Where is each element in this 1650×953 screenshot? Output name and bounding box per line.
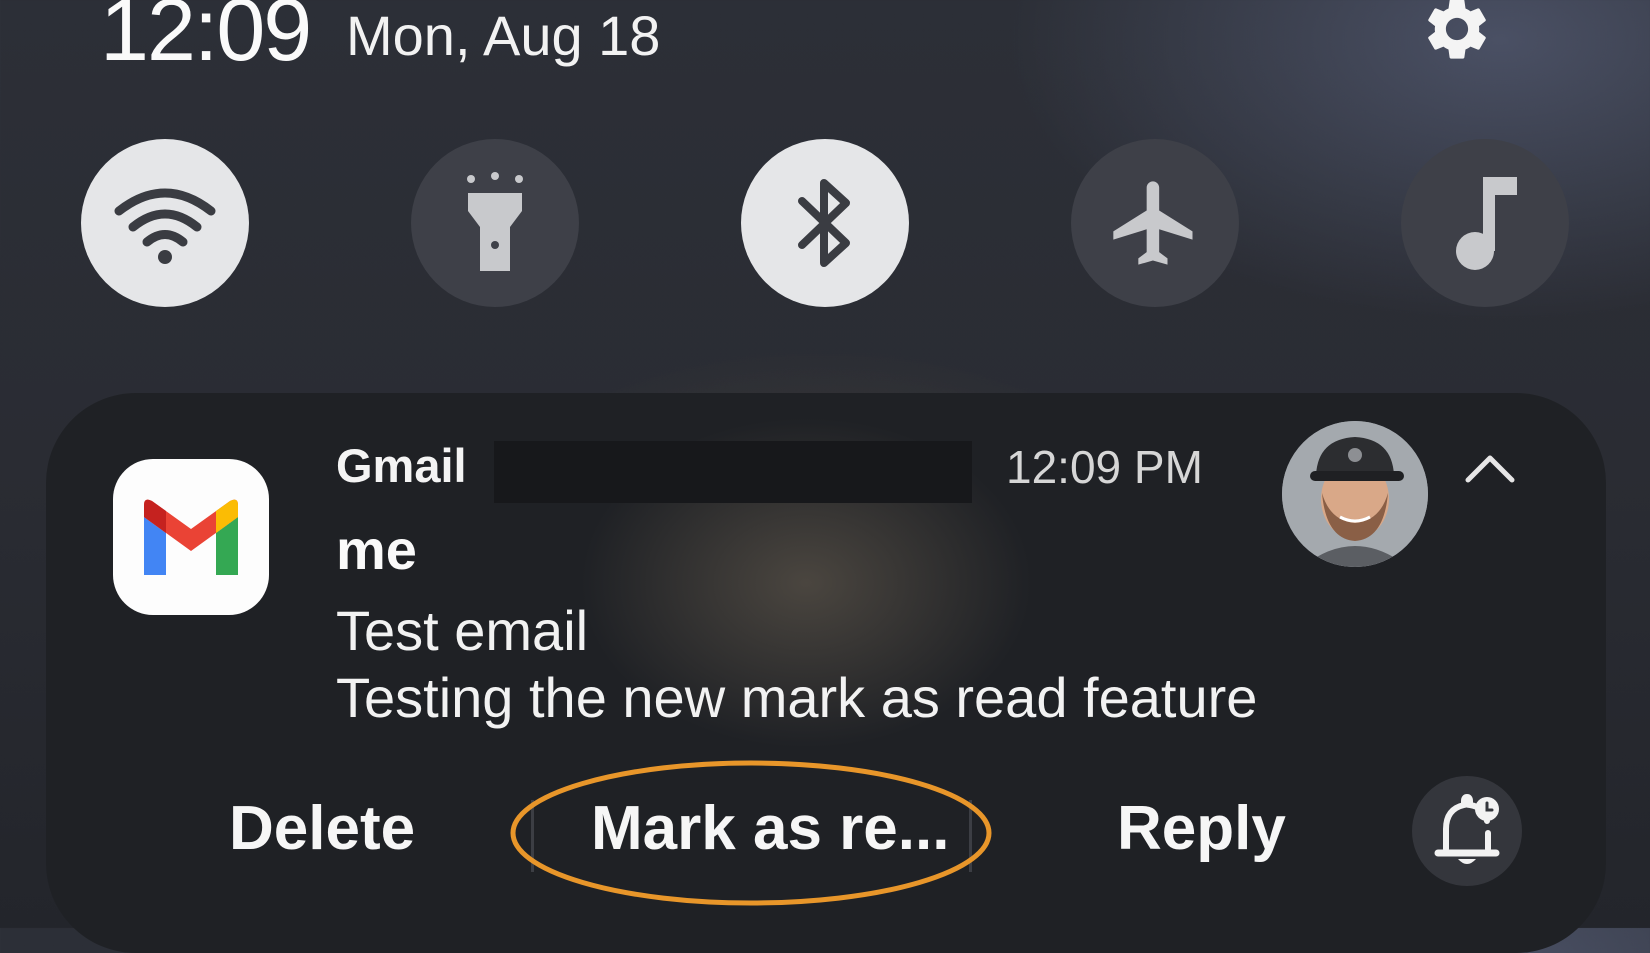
music-note-icon [1456,177,1517,270]
notification-body: Testing the new mark as read feature [336,666,1258,729]
snooze-bell-button[interactable] [1412,776,1522,886]
notification-subject: Test email [336,599,589,662]
redacted-block [494,441,972,503]
flashlight-tile[interactable] [411,139,579,307]
gmail-logo-icon [144,499,238,575]
wifi-icon [114,188,216,264]
flashlight-icon [467,172,523,271]
airplane-tile[interactable] [1071,139,1239,307]
notification-sender: me [336,518,417,581]
reply-button[interactable]: Reply [1117,798,1286,860]
notification-app-name: Gmail [336,439,467,492]
wifi-tile[interactable] [81,139,249,307]
sound-tile[interactable] [1401,139,1569,307]
bell-clock-icon [1434,793,1500,864]
gmail-app-icon [113,459,269,615]
bluetooth-tile[interactable] [741,139,909,307]
notification-time: 12:09 PM [1006,441,1203,493]
settings-gear-icon[interactable] [1420,0,1494,66]
highlight-ellipse [510,760,992,906]
status-date: Mon, Aug 18 [346,4,661,67]
status-clock: 12:09 [100,0,312,79]
airplane-icon [1113,181,1193,265]
delete-button[interactable]: Delete [229,798,415,860]
sender-avatar [1282,421,1428,567]
collapse-chevron-icon[interactable] [1460,448,1520,488]
bluetooth-icon [798,179,850,267]
